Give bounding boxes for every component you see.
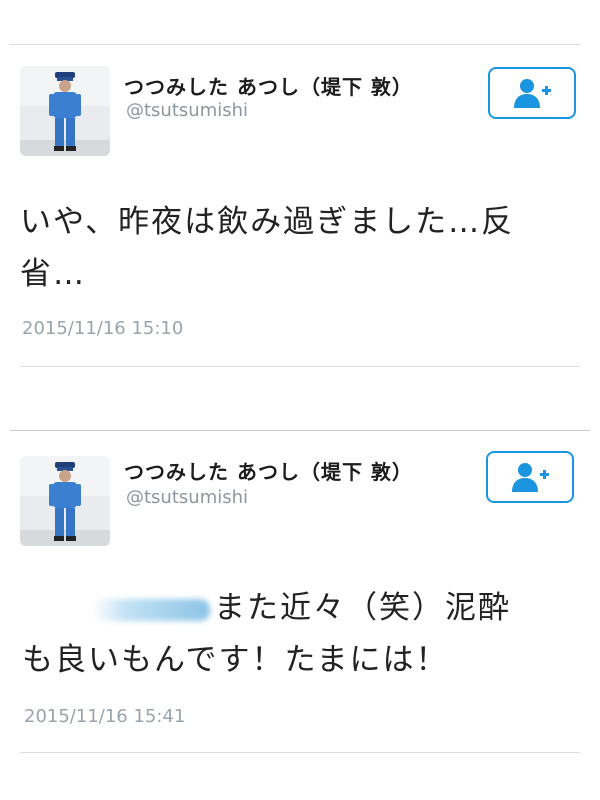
tweet-text-visible: また近々（笑）泥酔	[214, 590, 511, 626]
timestamp[interactable]: 2015/11/16 15:41	[24, 706, 185, 727]
tweet-text-line: も良いもんです！たまには！	[22, 642, 449, 678]
profile-photo-icon	[20, 66, 110, 156]
tweet-text-line: また近々（笑）泥酔	[92, 582, 511, 634]
tweet-text-line: 省…	[20, 256, 86, 292]
tweet-card[interactable]: つつみした あつし（堤下 敦） @tsutsumishi また近々（笑）泥酔 も…	[0, 400, 600, 800]
add-user-icon	[514, 79, 551, 108]
follow-button[interactable]	[488, 67, 576, 119]
timestamp[interactable]: 2015/11/16 15:10	[22, 318, 183, 339]
redacted-text	[92, 598, 210, 621]
user-handle[interactable]: @tsutsumishi	[126, 487, 248, 508]
tweet-text-line: いや、昨夜は飲み過ぎました…反	[20, 204, 515, 240]
avatar[interactable]	[20, 456, 110, 546]
avatar[interactable]	[20, 66, 110, 156]
display-name[interactable]: つつみした あつし（堤下 敦）	[124, 71, 413, 100]
add-user-icon	[512, 463, 549, 492]
user-handle[interactable]: @tsutsumishi	[126, 100, 248, 121]
card-divider	[20, 366, 580, 367]
display-name[interactable]: つつみした あつし（堤下 敦）	[124, 456, 413, 485]
tweet-card[interactable]: つつみした あつし（堤下 敦） @tsutsumishi いや、昨夜は飲み過ぎま…	[0, 0, 600, 400]
profile-photo-icon	[20, 456, 110, 546]
card-divider	[20, 752, 580, 753]
follow-button[interactable]	[486, 451, 574, 503]
